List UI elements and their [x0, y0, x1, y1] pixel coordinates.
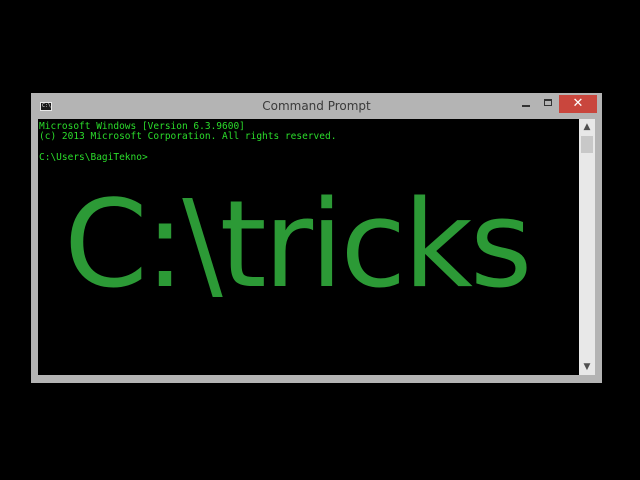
maximize-icon[interactable]: [537, 95, 559, 113]
close-icon[interactable]: ✕: [559, 95, 597, 113]
console-prompt-line[interactable]: C:\Users\BagiTekno>: [39, 152, 148, 163]
scroll-down-icon[interactable]: ▼: [579, 359, 595, 375]
command-prompt-window: C:\_ Command Prompt ✕ Microsoft Windows …: [31, 93, 602, 383]
console-client-area[interactable]: Microsoft Windows [Version 6.3.9600] (c)…: [38, 119, 595, 375]
title-bar[interactable]: C:\_ Command Prompt ✕: [31, 93, 602, 119]
console-output[interactable]: Microsoft Windows [Version 6.3.9600] (c)…: [38, 119, 578, 375]
console-line: (c) 2013 Microsoft Corporation. All righ…: [39, 131, 337, 142]
overlay-title-text: C:\tricks: [64, 176, 532, 315]
scroll-up-icon[interactable]: ▲: [579, 119, 595, 135]
scrollbar-thumb[interactable]: [581, 136, 593, 153]
vertical-scrollbar[interactable]: ▲ ▼: [579, 119, 595, 375]
minimize-icon[interactable]: [515, 95, 537, 113]
